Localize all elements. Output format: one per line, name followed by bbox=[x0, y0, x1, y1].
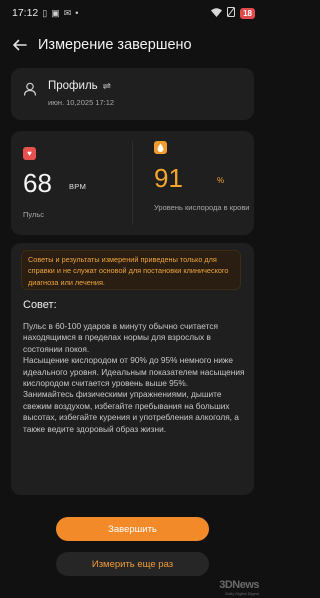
profile-name-row: Профиль ⇌ bbox=[48, 80, 111, 92]
heart-rate-icon: ♥ bbox=[23, 147, 36, 160]
spo2-label: Уровень кислорода в крови bbox=[154, 203, 250, 212]
blood-oxygen-icon bbox=[154, 141, 167, 154]
measure-again-button[interactable]: Измерить еще раз bbox=[56, 552, 209, 576]
advice-paragraph: Пульс в 60-100 ударов в минуту обычно сч… bbox=[23, 321, 218, 354]
camera-icon: ▣ bbox=[51, 7, 60, 18]
more-dot-icon: • bbox=[75, 7, 79, 18]
watermark: 3DNews Daily Digital Digest bbox=[219, 579, 259, 596]
top-bar: Измерение завершено bbox=[0, 32, 265, 58]
status-time: 17:12 bbox=[12, 7, 39, 19]
vibrate-icon: ▯ bbox=[42, 7, 48, 18]
profile-name: Профиль bbox=[48, 80, 98, 92]
advice-text: Пульс в 60-100 ударов в минуту обычно сч… bbox=[23, 321, 245, 435]
pulse-metric: ♥ 68 BPM Пульс bbox=[11, 131, 132, 235]
status-bar: 17:12 ▯ ▣ ✉ • 18 bbox=[0, 0, 265, 26]
wifi-icon bbox=[211, 7, 223, 19]
pulse-unit: BPM bbox=[69, 182, 87, 191]
spo2-unit: % bbox=[217, 176, 225, 185]
metrics-card: ♥ 68 BPM Пульс 91 % Уровень кислорода в … bbox=[11, 131, 254, 235]
finish-button[interactable]: Завершить bbox=[56, 517, 209, 541]
profile-card[interactable]: Профиль ⇌ июн. 10,2025 17:12 bbox=[11, 68, 254, 120]
watermark-subtitle: Daily Digital Digest bbox=[225, 591, 259, 596]
advice-heading: Совет: bbox=[23, 299, 57, 311]
message-icon: ✉ bbox=[63, 7, 72, 18]
spo2-metric: 91 % Уровень кислорода в крови bbox=[133, 131, 254, 235]
pulse-label: Пульс bbox=[23, 210, 45, 219]
status-right: 18 bbox=[211, 7, 255, 19]
spo2-value: 91 bbox=[154, 163, 183, 193]
watermark-logo: 3DNews bbox=[219, 579, 259, 591]
advice-card: Советы и результаты измерений приведены … bbox=[11, 243, 254, 495]
battery-indicator: 18 bbox=[240, 7, 255, 19]
no-sim-icon bbox=[227, 7, 236, 19]
advice-paragraph: Насыщение кислородом от 90% до 95% немно… bbox=[23, 355, 245, 389]
advice-paragraph: Занимайтесь физическими упражнениями, ды… bbox=[23, 389, 239, 434]
measurement-date: июн. 10,2025 17:12 bbox=[48, 98, 115, 107]
person-icon bbox=[23, 82, 37, 96]
status-left: 17:12 ▯ ▣ ✉ • bbox=[12, 7, 78, 19]
switch-profile-icon[interactable]: ⇌ bbox=[103, 81, 111, 92]
back-arrow-icon[interactable] bbox=[10, 36, 28, 54]
pulse-value: 68 bbox=[23, 168, 52, 198]
page-title: Измерение завершено bbox=[38, 37, 192, 53]
disclaimer-notice: Советы и результаты измерений приведены … bbox=[21, 250, 241, 290]
